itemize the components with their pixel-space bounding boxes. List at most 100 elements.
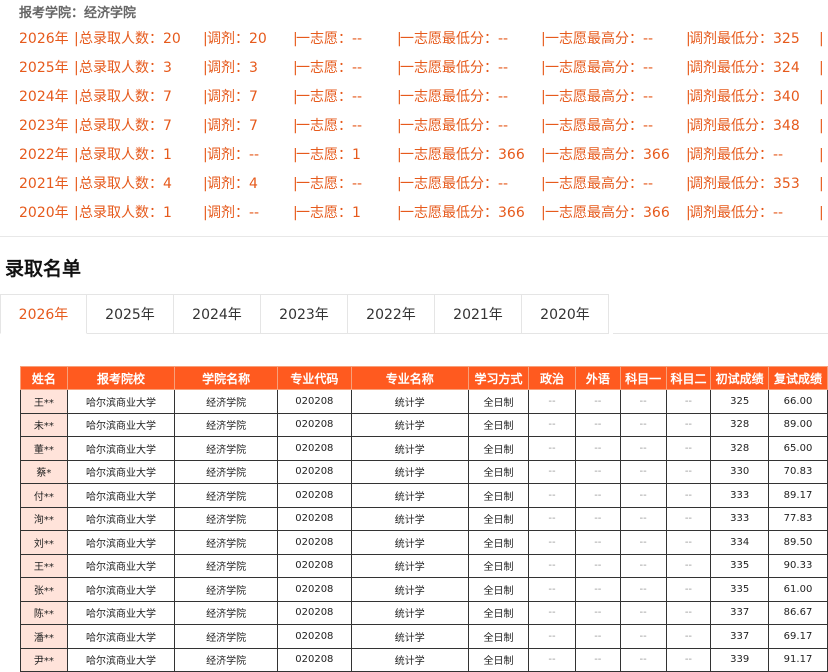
table-cell: -- (665, 647, 712, 672)
tab-year[interactable]: 2024年 (174, 294, 261, 334)
student-name-cell: 董** (20, 436, 68, 461)
table-cell: -- (574, 600, 621, 625)
table-cell: 经济学院 (174, 577, 278, 602)
table-cell: 020208 (276, 530, 352, 555)
student-name-cell: 王** (20, 553, 68, 578)
stat-separator: | (819, 205, 824, 221)
stat-year: 2020年 (19, 205, 69, 221)
table-cell: 全日制 (467, 483, 530, 508)
table-cell: 统计学 (350, 436, 469, 461)
table-cell: 经济学院 (174, 624, 278, 649)
table-cell: 全日制 (467, 506, 530, 531)
table-cell: -- (528, 577, 576, 602)
table-cell: 哈尔滨商业大学 (66, 412, 176, 437)
stat-first-min: 一志愿最低分：-- (400, 89, 509, 105)
tab-year[interactable]: 2022年 (348, 294, 435, 334)
student-name-cell: 付** (20, 483, 68, 508)
stat-adjust-min: 调剂最低分：325 (689, 31, 800, 47)
tab-year[interactable]: 2020年 (522, 294, 609, 334)
stat-first-max: 一志愿最高分：-- (545, 176, 654, 192)
stat-adjust: 调剂：4 (207, 176, 258, 192)
table-cell: -- (665, 624, 712, 649)
table-cell: 哈尔滨商业大学 (66, 624, 176, 649)
table-cell: -- (665, 577, 712, 602)
table-cell: -- (619, 459, 667, 484)
stat-total: 总录取人数：3 (79, 60, 172, 76)
stat-separator: | (686, 31, 691, 47)
stat-adjust: 调剂：7 (207, 118, 258, 134)
table-cell: 哈尔滨商业大学 (66, 647, 176, 672)
stat-separator: | (819, 176, 824, 192)
table-cell: 全日制 (467, 600, 530, 625)
stat-separator: | (203, 147, 208, 163)
table-cell: -- (619, 483, 667, 508)
table-cell: 020208 (276, 506, 352, 531)
table-cell: 统计学 (350, 483, 469, 508)
table-cell: -- (619, 389, 667, 414)
stat-separator: | (541, 147, 546, 163)
stat-separator: | (74, 205, 79, 221)
table-cell: -- (528, 530, 576, 555)
table-cell: 330 (710, 459, 769, 484)
table-cell: 90.33 (767, 553, 828, 578)
stat-adjust: 调剂：7 (207, 89, 258, 105)
table-cell: 哈尔滨商业大学 (66, 389, 176, 414)
tab-year[interactable]: 2023年 (261, 294, 348, 334)
table-cell: 89.00 (767, 412, 828, 437)
student-name-cell: 未** (20, 412, 68, 437)
student-name-cell: 尹** (20, 647, 68, 672)
table-cell: -- (574, 577, 621, 602)
table-cell: -- (574, 389, 621, 414)
table-cell: 统计学 (350, 553, 469, 578)
table-cell: 经济学院 (174, 600, 278, 625)
stat-separator: | (203, 205, 208, 221)
stat-separator: | (541, 89, 546, 105)
tab-year[interactable]: 2025年 (87, 294, 174, 334)
stat-first-max: 一志愿最高分：366 (545, 205, 670, 221)
table-cell: 020208 (276, 436, 352, 461)
stat-separator: | (541, 176, 546, 192)
stat-separator: | (397, 176, 402, 192)
stat-separator: | (203, 89, 208, 105)
table-row: 洵** 哈尔滨商业大学 经济学院 020208 统计学 全日制 -- -- -- -- 333 77.… (20, 506, 828, 531)
table-cell: -- (619, 530, 667, 555)
table-cell: -- (665, 553, 712, 578)
stat-first-max: 一志愿最高分：-- (545, 31, 654, 47)
table-cell: 325 (710, 389, 769, 414)
table-cell: 统计学 (350, 577, 469, 602)
student-name-cell: 潘** (20, 624, 68, 649)
stat-adjust: 调剂：20 (207, 31, 267, 47)
stat-separator: | (74, 31, 79, 47)
table-cell: 89.17 (767, 483, 828, 508)
table-cell: 全日制 (467, 530, 530, 555)
student-name-cell: 陈** (20, 600, 68, 625)
table-cell: -- (574, 506, 621, 531)
stat-first: 一志愿：-- (296, 176, 363, 192)
stat-year: 2021年 (19, 176, 69, 192)
table-cell: -- (665, 600, 712, 625)
table-cell: 020208 (276, 600, 352, 625)
stat-separator: | (203, 176, 208, 192)
table-row: 尹** 哈尔滨商业大学 经济学院 020208 统计学 全日制 -- -- -- -- 339 91.… (20, 647, 828, 672)
table-cell: 统计学 (350, 459, 469, 484)
stat-separator: | (819, 31, 824, 47)
table-cell: 全日制 (467, 553, 530, 578)
stat-separator: | (686, 60, 691, 76)
stat-separator: | (397, 118, 402, 134)
table-cell: -- (665, 459, 712, 484)
tab-year[interactable]: 2026年 (0, 294, 87, 334)
table-cell: -- (665, 530, 712, 555)
column-header: 学习方式 (467, 366, 530, 390)
tab-year[interactable]: 2021年 (435, 294, 522, 334)
table-cell: 哈尔滨商业大学 (66, 506, 176, 531)
table-cell: 经济学院 (174, 459, 278, 484)
column-header: 专业名称 (350, 366, 469, 390)
table-row: 未** 哈尔滨商业大学 经济学院 020208 统计学 全日制 -- -- -- -- 328 89.… (20, 412, 828, 437)
table-cell: 020208 (276, 389, 352, 414)
table-row: 王** 哈尔滨商业大学 经济学院 020208 统计学 全日制 -- -- -- -- 325 66.… (20, 389, 828, 414)
table-cell: 统计学 (350, 412, 469, 437)
column-header: 学院名称 (174, 366, 278, 390)
stat-separator: | (74, 147, 79, 163)
table-cell: 经济学院 (174, 436, 278, 461)
admission-table: 姓名 报考院校 学院名称 专业代码 专业名称 学习方式 政治 外语 科目一 科目二 初试成绩 复试成绩… (20, 366, 828, 672)
